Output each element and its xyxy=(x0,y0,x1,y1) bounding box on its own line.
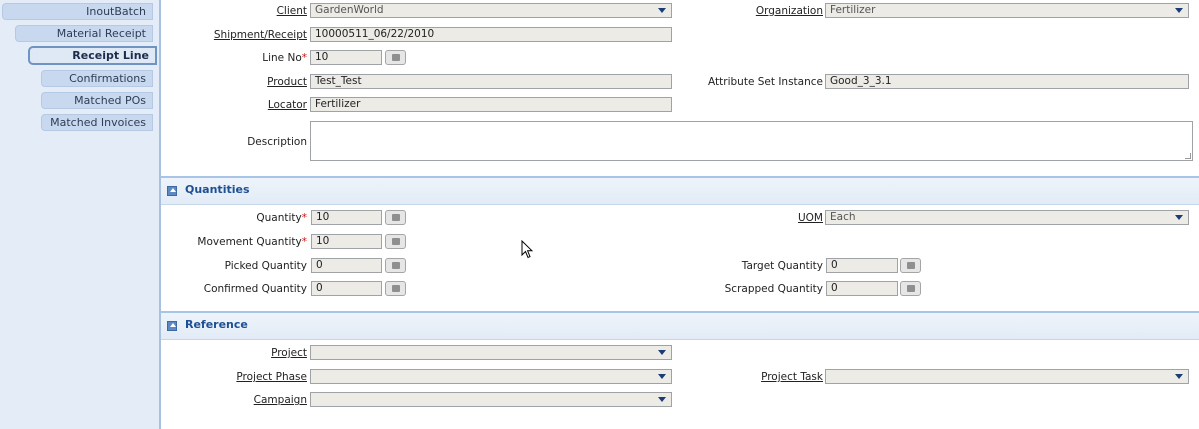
quantities-section-title: Quantities xyxy=(185,183,250,196)
line-no-label-text: Line No xyxy=(262,52,302,64)
organization-combo[interactable]: Fertilizer xyxy=(825,3,1189,18)
attribute-set-instance-label: Attribute Set Instance xyxy=(708,76,823,88)
mouse-pointer-icon xyxy=(521,240,533,259)
uom-label[interactable]: UOM xyxy=(690,212,823,224)
line-no-calculator-button[interactable] xyxy=(385,50,406,65)
project-phase-combo[interactable] xyxy=(310,369,672,384)
line-no-label: Line No* xyxy=(170,52,307,64)
target-quantity-label: Target Quantity xyxy=(741,260,823,272)
description-label: Description xyxy=(247,136,307,148)
movement-quantity-field[interactable]: 10 xyxy=(311,234,382,249)
tab-matched-invoices[interactable]: Matched Invoices xyxy=(41,114,153,131)
campaign-combo[interactable] xyxy=(310,392,672,407)
collapse-section-icon[interactable] xyxy=(167,321,177,331)
shipment-receipt-label[interactable]: Shipment/Receipt xyxy=(170,29,307,41)
project-label[interactable]: Project xyxy=(170,347,307,359)
description-textarea[interactable] xyxy=(310,121,1193,161)
movement-quantity-label: Movement Quantity* xyxy=(170,236,307,248)
tab-receipt-line[interactable]: Receipt Line xyxy=(28,46,157,65)
dropdown-caret-icon xyxy=(1175,215,1183,220)
target-quantity-calculator-button[interactable] xyxy=(900,258,921,273)
dropdown-caret-icon xyxy=(658,350,666,355)
line-no-field[interactable]: 10 xyxy=(310,50,382,65)
confirmed-quantity-label: Confirmed Quantity xyxy=(203,283,307,295)
scrapped-quantity-calculator-button[interactable] xyxy=(900,281,921,296)
shipment-receipt-field[interactable]: 10000511_06/22/2010 xyxy=(310,27,672,42)
quantity-field[interactable]: 10 xyxy=(311,210,382,225)
scrapped-quantity-label: Scrapped Quantity xyxy=(724,283,823,295)
project-task-combo[interactable] xyxy=(825,369,1189,384)
confirmed-quantity-calculator-button[interactable] xyxy=(385,281,406,296)
calculator-icon xyxy=(907,262,915,269)
required-marker: * xyxy=(301,212,307,224)
scrapped-quantity-field[interactable]: 0 xyxy=(826,281,898,296)
reference-section-title: Reference xyxy=(185,318,248,331)
confirmed-quantity-field[interactable]: 0 xyxy=(311,281,382,296)
uom-combo[interactable]: Each xyxy=(825,210,1189,225)
organization-value: Fertilizer xyxy=(830,4,876,16)
project-task-label[interactable]: Project Task xyxy=(690,371,823,383)
quantities-section-header[interactable]: Quantities xyxy=(161,176,1199,205)
reference-section-header[interactable]: Reference xyxy=(161,311,1199,340)
dropdown-caret-icon xyxy=(1175,8,1183,13)
quantity-label-text: Quantity xyxy=(256,212,302,224)
target-quantity-field[interactable]: 0 xyxy=(826,258,898,273)
dropdown-caret-icon xyxy=(658,397,666,402)
calculator-icon xyxy=(392,214,400,221)
project-phase-label[interactable]: Project Phase xyxy=(170,371,307,383)
uom-value: Each xyxy=(830,211,856,223)
calculator-icon xyxy=(392,54,400,61)
locator-field[interactable]: Fertilizer xyxy=(310,97,672,112)
picked-quantity-field[interactable]: 0 xyxy=(311,258,382,273)
quantity-calculator-button[interactable] xyxy=(385,210,406,225)
dropdown-caret-icon xyxy=(658,374,666,379)
tab-sidebar: InoutBatch Material Receipt Receipt Line… xyxy=(0,0,161,429)
client-combo[interactable]: GardenWorld xyxy=(310,3,672,18)
tab-inoutbatch[interactable]: InoutBatch xyxy=(2,3,153,20)
required-marker: * xyxy=(301,236,307,248)
calculator-icon xyxy=(392,285,400,292)
product-label[interactable]: Product xyxy=(170,76,307,88)
collapse-section-icon[interactable] xyxy=(167,186,177,196)
calculator-icon xyxy=(907,285,915,292)
tab-confirmations[interactable]: Confirmations xyxy=(41,70,153,87)
campaign-label[interactable]: Campaign xyxy=(170,394,307,406)
picked-quantity-label: Picked Quantity xyxy=(224,260,307,272)
movement-quantity-label-text: Movement Quantity xyxy=(197,236,302,248)
product-field[interactable]: Test_Test xyxy=(310,74,672,89)
quantity-label: Quantity* xyxy=(170,212,307,224)
movement-quantity-calculator-button[interactable] xyxy=(385,234,406,249)
dropdown-caret-icon xyxy=(658,8,666,13)
tab-matched-pos[interactable]: Matched POs xyxy=(41,92,153,109)
attribute-set-instance-field[interactable]: Good_3_3.1 xyxy=(825,74,1189,89)
calculator-icon xyxy=(392,262,400,269)
client-value: GardenWorld xyxy=(315,4,384,16)
calculator-icon xyxy=(392,238,400,245)
required-marker: * xyxy=(301,52,307,64)
client-label[interactable]: Client xyxy=(170,5,307,17)
organization-label[interactable]: Organization xyxy=(690,5,823,17)
resize-grip-icon[interactable] xyxy=(1185,153,1191,159)
dropdown-caret-icon xyxy=(1175,374,1183,379)
tab-material-receipt[interactable]: Material Receipt xyxy=(15,25,153,42)
project-combo[interactable] xyxy=(310,345,672,360)
locator-label[interactable]: Locator xyxy=(170,99,307,111)
picked-quantity-calculator-button[interactable] xyxy=(385,258,406,273)
